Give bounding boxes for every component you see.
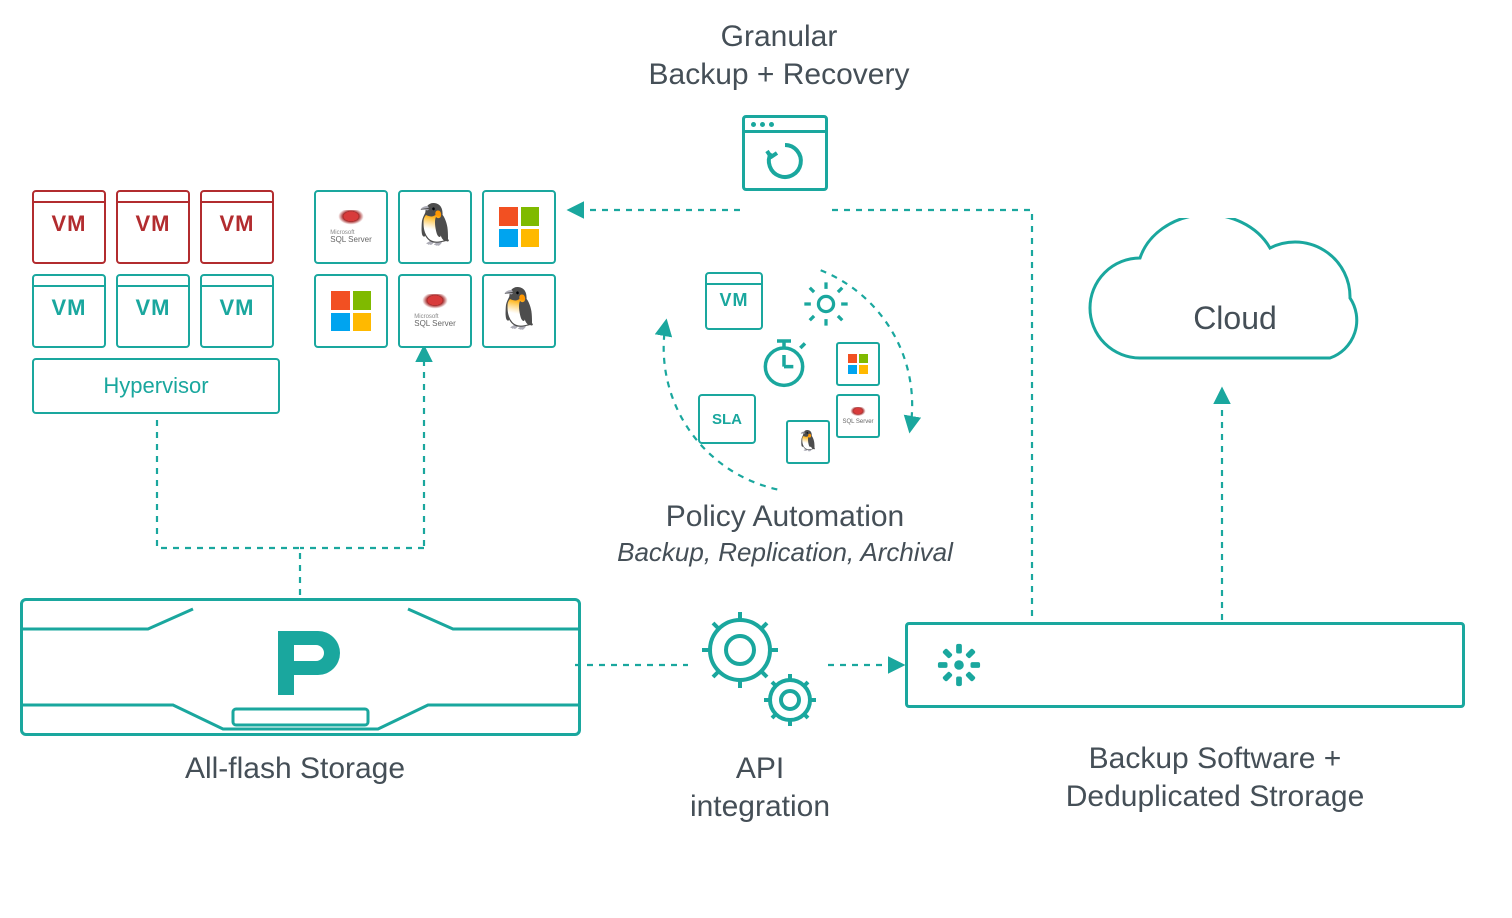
vm-tile: VM xyxy=(200,274,274,348)
vm-stack: VM VM VM VM VM VM Hypervisor xyxy=(32,190,280,414)
recovery-window-icon xyxy=(742,115,828,191)
vm-tile: VM xyxy=(116,190,190,264)
policy-linux-tile xyxy=(786,420,830,464)
tux-icon xyxy=(415,204,455,250)
backup-line2: Deduplicated Strorage xyxy=(955,778,1475,816)
policy-subtitle: Backup, Replication, Archival xyxy=(570,536,1000,569)
gear-icon xyxy=(800,278,852,335)
sqlserver-tile: MicrosoftSQL Server xyxy=(398,274,472,348)
api-gears-icon xyxy=(690,605,830,740)
restore-icon xyxy=(761,137,809,185)
sqlserver-tile: MicrosoftSQL Server xyxy=(314,190,388,264)
linux-tile xyxy=(482,274,556,348)
policy-sla-tile: SLA xyxy=(698,394,756,444)
api-line2: integration xyxy=(620,788,900,826)
backup-label: Backup Software + Deduplicated Strorage xyxy=(955,740,1475,815)
hypervisor-label: Hypervisor xyxy=(103,373,208,399)
backup-line1: Backup Software + xyxy=(955,740,1475,778)
flash-storage-label: All-flash Storage xyxy=(60,750,530,788)
microsoft-icon xyxy=(331,291,371,331)
api-line1: API xyxy=(620,750,900,788)
windows-tile xyxy=(482,190,556,264)
stopwatch-icon xyxy=(756,334,812,395)
linux-tile xyxy=(398,190,472,264)
policy-title: Policy Automation xyxy=(570,498,1000,536)
vm-tile: VM xyxy=(32,190,106,264)
policy-title-block: Policy Automation Backup, Replication, A… xyxy=(570,498,1000,568)
rubrik-icon xyxy=(936,642,982,688)
flash-storage-appliance xyxy=(20,598,581,736)
microsoft-icon xyxy=(499,207,539,247)
vm-tile: VM xyxy=(200,190,274,264)
policy-sql-tile: SQL Server xyxy=(836,394,880,438)
policy-windows-tile xyxy=(836,342,880,386)
header-line1: Granular xyxy=(560,18,998,56)
api-label: API integration xyxy=(620,750,900,825)
windows-tile xyxy=(314,274,388,348)
cloud-block: Cloud xyxy=(1060,218,1410,388)
vm-tile: VM xyxy=(32,274,106,348)
app-grid: MicrosoftSQL Server MicrosoftSQL Server xyxy=(314,190,556,348)
header-title: Granular Backup + Recovery xyxy=(560,18,998,93)
microsoft-icon xyxy=(848,354,868,374)
tux-icon xyxy=(499,288,539,334)
tux-icon xyxy=(797,431,819,453)
cloud-label: Cloud xyxy=(1060,298,1410,338)
hypervisor-box: Hypervisor xyxy=(32,358,280,414)
policy-vm-tile: VM xyxy=(705,272,763,330)
vm-tile: VM xyxy=(116,274,190,348)
backup-software-box xyxy=(905,622,1465,708)
header-line2: Backup + Recovery xyxy=(560,56,998,94)
